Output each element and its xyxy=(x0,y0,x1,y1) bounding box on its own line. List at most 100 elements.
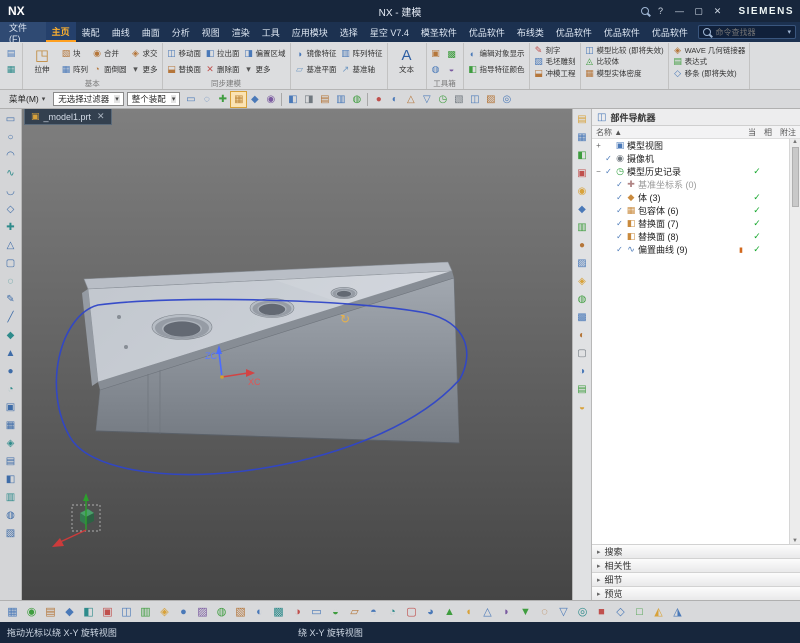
part-tab[interactable]: ▣ _model1.prt ✕ xyxy=(24,109,112,125)
ribbon-small-button[interactable]: ◐编辑对象显示 xyxy=(467,48,526,59)
ribbon-tab[interactable]: 布线类 xyxy=(511,22,550,42)
view-tool-icon[interactable]: ◕ xyxy=(423,606,438,618)
navigator-section[interactable]: ▸细节 xyxy=(592,572,800,586)
ribbon-tab[interactable]: 选择 xyxy=(334,22,364,42)
ribbon-tab[interactable]: 优品软件 xyxy=(550,22,598,42)
sketch-tool-icon[interactable]: ▭ xyxy=(2,111,20,128)
visibility-checkbox[interactable]: ✓ xyxy=(614,206,625,215)
selection-filter-dropdown[interactable]: 无选择过滤器 ▾ xyxy=(53,92,124,106)
tree-row[interactable]: −✓◷模型历史记录 ✓ xyxy=(592,165,789,178)
view-tool-icon[interactable]: ◭ xyxy=(651,605,666,618)
ribbon-small-button[interactable]: ◈求交 xyxy=(130,48,159,59)
ribbon-tab[interactable]: 装配 xyxy=(76,22,106,42)
ribbon-tab[interactable]: 曲面 xyxy=(136,22,166,42)
selectbar-tool-icon[interactable]: ▦ xyxy=(231,92,246,107)
ribbon-small-button[interactable]: ◔面倒圆 xyxy=(91,64,128,75)
graphics-viewport[interactable]: ZC XC ↻ ▣ xyxy=(22,109,572,600)
resource-tab-icon[interactable]: ▣ xyxy=(574,166,590,182)
command-search-input[interactable] xyxy=(715,28,783,37)
selectbar-tool-icon[interactable]: ◨ xyxy=(301,92,316,107)
sketch-tool-icon[interactable]: ▣ xyxy=(2,399,20,416)
resource-tab-icon[interactable]: ▨ xyxy=(574,256,590,272)
visibility-checkbox[interactable]: ✓ xyxy=(614,232,625,241)
view-tool-icon[interactable]: ◒ xyxy=(328,606,343,618)
resource-tab-icon[interactable]: ▤ xyxy=(574,382,590,398)
tree-row[interactable]: ✓✚基准坐标系 (0) xyxy=(592,178,789,191)
view-tool-icon[interactable]: ◖ xyxy=(461,606,476,618)
visibility-checkbox[interactable]: ✓ xyxy=(614,219,625,228)
expand-toggle[interactable]: − xyxy=(594,167,603,176)
selectbar-tool-icon[interactable]: ◷ xyxy=(435,92,450,107)
ribbon-tab[interactable]: 优品软件 xyxy=(646,22,694,42)
selectbar-tool-icon[interactable]: ◎ xyxy=(499,92,514,107)
selectbar-tool-icon[interactable]: ● xyxy=(371,92,386,107)
ribbon-small-button[interactable]: ▦阵列 xyxy=(60,64,89,75)
view-tool-icon[interactable]: ▼ xyxy=(518,606,533,618)
ribbon-small-button[interactable]: ▧块 xyxy=(60,48,89,59)
navigator-section[interactable]: ▸搜索 xyxy=(592,544,800,558)
ribbon-small-button[interactable]: ▤表达式 xyxy=(672,56,747,67)
view-tool-icon[interactable]: ◌ xyxy=(537,606,552,618)
selectbar-tool-icon[interactable]: ▥ xyxy=(333,92,348,107)
view-tool-icon[interactable]: △ xyxy=(480,605,495,618)
navigator-scrollbar[interactable]: ▲ ▼ xyxy=(789,139,800,544)
visibility-checkbox[interactable]: ✓ xyxy=(614,193,625,202)
ribbon-small-button[interactable]: ⬓冲模工程 xyxy=(533,68,577,79)
ribbon-small-button[interactable]: ▥阵列特征 xyxy=(340,48,384,59)
selectbar-tool-icon[interactable]: ◫ xyxy=(467,92,482,107)
view-tool-icon[interactable]: ▱ xyxy=(347,605,362,618)
navigator-section[interactable]: ▸预览 xyxy=(592,586,800,600)
resource-tab-icon[interactable]: ◑ xyxy=(574,364,590,380)
help-button[interactable]: ? xyxy=(652,6,668,16)
file-menu-button[interactable]: 文件(F) xyxy=(0,22,46,42)
ribbon-tab[interactable]: 应用模块 xyxy=(286,22,334,42)
view-tool-icon[interactable]: □ xyxy=(632,606,647,618)
ribbon-tab[interactable]: 主页 xyxy=(46,22,76,42)
scroll-up-icon[interactable]: ▲ xyxy=(792,139,798,145)
sketch-tool-icon[interactable]: ○ xyxy=(2,129,20,146)
solid-model[interactable] xyxy=(82,262,459,443)
sketch-tool-icon[interactable]: ◧ xyxy=(2,471,20,488)
selectbar-tool-icon[interactable]: ◌ xyxy=(199,92,214,107)
view-tool-icon[interactable]: ◆ xyxy=(62,605,77,618)
view-tool-icon[interactable]: ▽ xyxy=(556,605,571,618)
ribbon-small-button[interactable]: ▤ xyxy=(5,48,19,59)
nav-column-header[interactable]: 名称 ▲ xyxy=(592,127,744,138)
tree-row[interactable]: + ▣模型视图 xyxy=(592,139,789,152)
view-tool-icon[interactable]: ◎ xyxy=(575,605,590,618)
resource-tab-icon[interactable]: ▥ xyxy=(574,220,590,236)
sketch-tool-icon[interactable]: ▢ xyxy=(2,255,20,272)
ribbon-tab[interactable]: 分析 xyxy=(166,22,196,42)
ribbon-small-button[interactable]: ◧拉出面 xyxy=(204,48,241,59)
sketch-tool-icon[interactable]: ▧ xyxy=(2,525,20,542)
ribbon-small-button[interactable]: ✕删除面 xyxy=(204,64,241,75)
sketch-tool-icon[interactable]: ◆ xyxy=(2,327,20,344)
selectbar-tool-icon[interactable]: ◉ xyxy=(263,92,278,107)
view-tool-icon[interactable]: ◇ xyxy=(613,605,628,618)
sketch-tool-icon[interactable]: ● xyxy=(2,363,20,380)
menu-button[interactable]: 菜单(M) ▾ xyxy=(4,92,50,106)
scrollbar-thumb[interactable] xyxy=(792,147,799,207)
tree-row[interactable]: ✓◧替换面 (8) ✓ xyxy=(592,230,789,243)
selection-scope-dropdown[interactable]: 整个装配 ▾ xyxy=(127,92,181,106)
selectbar-tool-icon[interactable]: ◍ xyxy=(349,92,364,107)
nav-column-header[interactable]: 附注 xyxy=(776,127,800,138)
visibility-checkbox[interactable]: ✓ xyxy=(614,180,625,189)
view-tool-icon[interactable]: ▤ xyxy=(43,605,58,618)
view-tool-icon[interactable]: ◐ xyxy=(252,606,267,618)
selectbar-tool-icon[interactable]: ▨ xyxy=(483,92,498,107)
view-tool-icon[interactable]: ◓ xyxy=(366,606,381,618)
command-finder[interactable]: ▾ xyxy=(698,25,796,39)
sketch-tool-icon[interactable]: ✎ xyxy=(2,291,20,308)
resource-tab-icon[interactable]: ▤ xyxy=(574,112,590,128)
view-tool-icon[interactable]: ◈ xyxy=(157,605,172,618)
view-tool-icon[interactable]: ◫ xyxy=(119,605,134,618)
selectbar-tool-icon[interactable]: ▧ xyxy=(451,92,466,107)
sketch-tool-icon[interactable]: ◍ xyxy=(2,507,20,524)
ribbon-small-button[interactable]: ◫模型比较 (即将失效) xyxy=(584,45,665,56)
selectbar-tool-icon[interactable]: ◧ xyxy=(285,92,300,107)
tree-row[interactable]: ✓∿偏置曲线 (9)▮✓ xyxy=(592,243,789,256)
ribbon-tab[interactable]: 模圣软件 xyxy=(415,22,463,42)
view-tool-icon[interactable]: ◍ xyxy=(214,605,229,618)
resource-tab-icon[interactable]: ◉ xyxy=(574,184,590,200)
